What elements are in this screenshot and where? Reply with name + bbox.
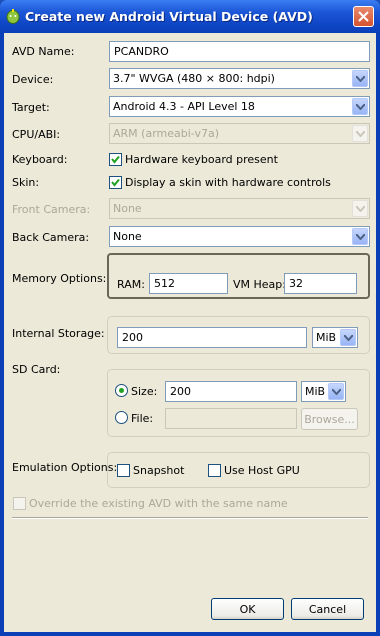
close-button[interactable] [353,6,374,27]
keyboard-label: Keyboard: [12,153,68,166]
internal-storage-unit-select[interactable]: MiB [312,327,358,348]
override-label: Override the existing AVD with the same … [29,497,288,510]
internal-storage-label: Internal Storage: [12,327,105,340]
cpu-abi-label: CPU/ABI: [12,128,61,141]
avd-name-label: AVD Name: [12,45,75,58]
ram-input[interactable]: 512 [149,273,228,294]
memory-options-label: Memory Options: [12,272,107,285]
override-checkbox [13,497,26,510]
sd-size-label[interactable]: Size: [131,385,157,398]
keyboard-checkbox[interactable] [109,153,122,166]
target-select[interactable]: Android 4.3 - API Level 18 [109,96,370,117]
sd-size-unit-select[interactable]: MiB [301,381,346,402]
keyboard-checkbox-label[interactable]: Hardware keyboard present [125,153,278,166]
snapshot-label[interactable]: Snapshot [133,464,184,477]
avd-name-input[interactable]: PCANDRO [109,41,370,62]
radio-selected-dot [119,388,124,393]
back-camera-select[interactable]: None [109,226,370,247]
close-icon [358,11,369,22]
back-camera-label: Back Camera: [12,231,90,244]
device-label: Device: [12,73,54,86]
front-camera-label: Front Camera: [12,203,91,216]
host-gpu-label[interactable]: Use Host GPU [224,464,300,477]
snapshot-checkbox[interactable] [117,464,130,477]
vm-heap-label: VM Heap: [233,278,286,291]
skin-label: Skin: [12,176,40,189]
dialog-window: Create new Android Virtual Device (AVD) … [0,0,380,636]
chevron-down-icon [352,125,368,142]
sd-size-unit: MiB [305,385,326,398]
target-label: Target: [12,101,50,114]
sd-file-input [165,408,297,429]
device-value: 3.7" WVGA (480 × 800: hdpi) [113,72,275,85]
sd-card-label: SD Card: [12,363,61,376]
cancel-button[interactable]: Cancel [291,598,364,620]
cpu-abi-value: ARM (armeabi-v7a) [113,127,219,140]
internal-storage-input[interactable]: 200 [117,327,307,348]
checkmark-icon [111,178,120,187]
target-value: Android 4.3 - API Level 18 [113,100,255,113]
front-camera-value: None [113,202,142,215]
chevron-down-icon [352,200,368,217]
chevron-down-icon[interactable] [328,383,344,400]
sd-file-label[interactable]: File: [131,412,153,425]
emulation-options-label: Emulation Options: [12,461,118,474]
cpu-abi-select: ARM (armeabi-v7a) [109,123,370,144]
chevron-down-icon[interactable] [340,329,356,346]
sd-file-radio[interactable] [115,411,128,424]
separator [12,517,368,519]
ram-label: RAM: [117,278,145,291]
chevron-down-icon[interactable] [352,70,368,87]
chevron-down-icon[interactable] [352,228,368,245]
android-icon [6,9,20,24]
skin-checkbox[interactable] [109,176,122,189]
sd-size-input[interactable]: 200 [165,381,297,402]
dialog-body: AVD Name: PCANDRO Device: 3.7" WVGA (480… [4,33,376,632]
ok-button[interactable]: OK [211,598,284,620]
device-select[interactable]: 3.7" WVGA (480 × 800: hdpi) [109,68,370,89]
sd-size-radio[interactable] [115,384,128,397]
vm-heap-input[interactable]: 32 [284,273,357,294]
title-bar[interactable]: Create new Android Virtual Device (AVD) [0,0,380,33]
window-title: Create new Android Virtual Device (AVD) [25,9,313,24]
skin-checkbox-label[interactable]: Display a skin with hardware controls [125,176,331,189]
front-camera-select: None [109,198,370,219]
host-gpu-checkbox[interactable] [208,464,221,477]
internal-storage-unit: MiB [316,331,337,344]
chevron-down-icon[interactable] [352,98,368,115]
checkmark-icon [111,155,120,164]
browse-button: Browse... [301,408,358,430]
back-camera-value: None [113,230,142,243]
